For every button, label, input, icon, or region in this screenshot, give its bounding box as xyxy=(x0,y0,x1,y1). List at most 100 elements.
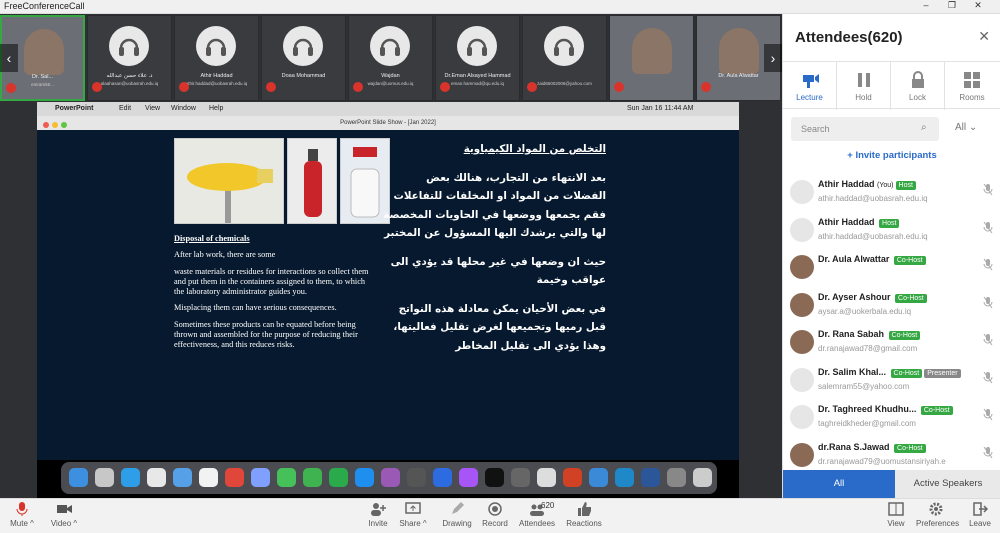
microphone-off-icon[interactable] xyxy=(983,333,993,347)
headphones-icon xyxy=(790,180,814,204)
dock-app-icon[interactable] xyxy=(381,468,400,487)
search-icon[interactable]: ⌕ xyxy=(921,122,927,133)
attendee-row[interactable]: Dr. Taghreed Khudhu... Co-Host taghreidkh… xyxy=(783,401,1000,438)
dock-app-icon[interactable] xyxy=(537,468,556,487)
strip-prev-icon[interactable]: ‹ xyxy=(0,44,18,72)
drawing-button[interactable]: Drawing xyxy=(437,501,477,528)
attendee-search-input[interactable]: Search xyxy=(791,117,939,141)
participant-tile[interactable]: Wajdan wajdan@uomus.edu.iq xyxy=(348,15,433,101)
rooms-label: Rooms xyxy=(959,93,985,102)
dock-app-icon[interactable] xyxy=(433,468,452,487)
participant-tile[interactable] xyxy=(609,15,694,101)
slide-images xyxy=(174,138,390,224)
lecture-button[interactable]: Lecture xyxy=(783,62,837,110)
dock-app-icon[interactable] xyxy=(615,468,634,487)
slide-ar-p2: حيث ان وضعها في غير محلها قد يؤدي الى عو… xyxy=(390,255,606,287)
mac-menu-view: View xyxy=(145,105,161,112)
microphone-off-icon[interactable] xyxy=(983,408,993,422)
attendee-name-text: Athir Haddad xyxy=(818,216,875,227)
dock-app-icon[interactable] xyxy=(693,468,712,487)
microphone-off-icon[interactable] xyxy=(983,183,993,197)
close-panel-icon[interactable]: ✕ xyxy=(978,28,990,45)
headphones-icon xyxy=(283,26,323,66)
microphone-off-icon xyxy=(16,502,28,516)
microphone-off-icon[interactable] xyxy=(983,258,993,272)
dock-app-icon[interactable] xyxy=(641,468,660,487)
exit-icon xyxy=(973,502,989,516)
lecture-label: Lecture xyxy=(796,93,823,102)
video-button[interactable]: Video ^ xyxy=(44,501,84,528)
maximize-icon[interactable]: ❐ xyxy=(942,0,962,11)
microphone-off-icon[interactable] xyxy=(983,371,993,385)
share-button[interactable]: Share ^ xyxy=(393,501,433,528)
participant-tile[interactable]: Doaa Mohammad xyxy=(261,15,346,101)
ppt-titlebar: PowerPoint Slide Show - [Jan 2022] xyxy=(37,116,739,130)
dock-app-icon[interactable] xyxy=(407,468,426,487)
tab-all[interactable]: All xyxy=(783,470,895,498)
gear-icon xyxy=(929,502,943,516)
dock-app-icon[interactable] xyxy=(303,468,322,487)
attendee-row[interactable]: Athir Haddad Host athir.haddad@uobasrah.e… xyxy=(783,214,1000,251)
dock-app-icon[interactable] xyxy=(147,468,166,487)
dock-app-icon[interactable] xyxy=(121,468,140,487)
attendee-email: dr.ranajawad78@gmail.com xyxy=(818,344,918,353)
mac-menu-edit: Edit xyxy=(119,105,132,112)
participant-tile[interactable]: Athir Haddad athir.haddad@uobasrah.edu.iq xyxy=(174,15,259,101)
participant-name: Wajdan xyxy=(381,73,400,79)
video-camera-icon xyxy=(57,505,72,513)
attendee-row[interactable]: Dr. Aula Alwattar Co-Host xyxy=(783,251,1000,288)
attendees-button[interactable]: 620 Attendees xyxy=(517,501,557,528)
dock-app-icon[interactable] xyxy=(563,468,582,487)
dock-app-icon[interactable] xyxy=(95,468,114,487)
dock-app-icon[interactable] xyxy=(225,468,244,487)
microphone-off-icon[interactable] xyxy=(983,296,993,310)
attendee-row[interactable]: Dr. Rana Sabah Co-Host dr.ranajawad78@gma… xyxy=(783,326,1000,363)
dock-app-icon[interactable] xyxy=(173,468,192,487)
attendee-name-text: Dr. Taghreed Khudhu... xyxy=(818,404,917,414)
attendee-name-text: Dr. Salim Khal... xyxy=(818,366,887,377)
reactions-button[interactable]: Reactions xyxy=(564,501,604,528)
participant-tile[interactable]: zaid65002006@yahoo.com xyxy=(522,15,607,101)
dock-app-icon[interactable] xyxy=(485,468,504,487)
attendee-name-text: Dr. Rana Sabah xyxy=(818,329,885,339)
mac-clock: Sun Jan 16 11:44 AM xyxy=(627,105,694,112)
minimize-icon[interactable]: – xyxy=(916,0,936,10)
attendee-filter-select[interactable]: All ⌄ xyxy=(955,122,977,133)
microphone-off-icon[interactable] xyxy=(983,221,993,235)
attendee-row[interactable]: Dr. Ayser Ashour Co-Host aysar.a@uokerbal… xyxy=(783,289,1000,326)
invite-participants-link[interactable]: + Invite participants xyxy=(783,150,1000,161)
hold-button[interactable]: Hold xyxy=(837,62,891,110)
view-button[interactable]: View xyxy=(876,501,916,528)
role-badge: Co-Host xyxy=(890,368,923,378)
attendee-row[interactable]: Athir Haddad (You) Host athir.haddad@uobas… xyxy=(783,176,1000,213)
participant-tile[interactable]: د. علاء حسن عبدالله alaahasan@uobasrah.ed… xyxy=(87,15,172,101)
record-label: Record xyxy=(482,519,508,528)
invite-button[interactable]: Invite xyxy=(358,501,398,528)
close-window-icon[interactable]: ✕ xyxy=(968,0,988,11)
dock-app-icon[interactable] xyxy=(277,468,296,487)
attendee-row[interactable]: Dr. Salim Khal... Co-Host Presenter salemr… xyxy=(783,364,1000,401)
dock-app-icon[interactable] xyxy=(459,468,478,487)
strip-next-icon[interactable]: › xyxy=(764,44,782,72)
rooms-button[interactable]: Rooms xyxy=(945,62,999,110)
preferences-button[interactable]: Preferences xyxy=(916,501,959,528)
dock-app-icon[interactable] xyxy=(329,468,348,487)
mute-button[interactable]: Mute ^ xyxy=(2,501,42,528)
dock-app-icon[interactable] xyxy=(251,468,270,487)
dock-app-icon[interactable] xyxy=(199,468,218,487)
dock-app-icon[interactable] xyxy=(667,468,686,487)
thumbs-up-icon xyxy=(578,502,591,516)
leave-button[interactable]: Leave xyxy=(960,501,1000,528)
dock-app-icon[interactable] xyxy=(511,468,530,487)
lock-button[interactable]: Lock xyxy=(891,62,945,110)
slide: Disposal of chemicals After lab work, th… xyxy=(37,130,739,460)
record-button[interactable]: Record xyxy=(475,501,515,528)
microphone-off-icon[interactable] xyxy=(983,446,993,460)
participant-tile[interactable]: Dr.Eman Alsayed Hammad eman.hammad@qu.edu… xyxy=(435,15,520,101)
record-icon xyxy=(488,502,502,516)
attendee-name: Dr. Ayser Ashour Co-Host xyxy=(818,292,927,303)
dock-app-icon[interactable] xyxy=(355,468,374,487)
dock-app-icon[interactable] xyxy=(69,468,88,487)
tab-active-speakers[interactable]: Active Speakers xyxy=(895,470,1000,498)
dock-app-icon[interactable] xyxy=(589,468,608,487)
